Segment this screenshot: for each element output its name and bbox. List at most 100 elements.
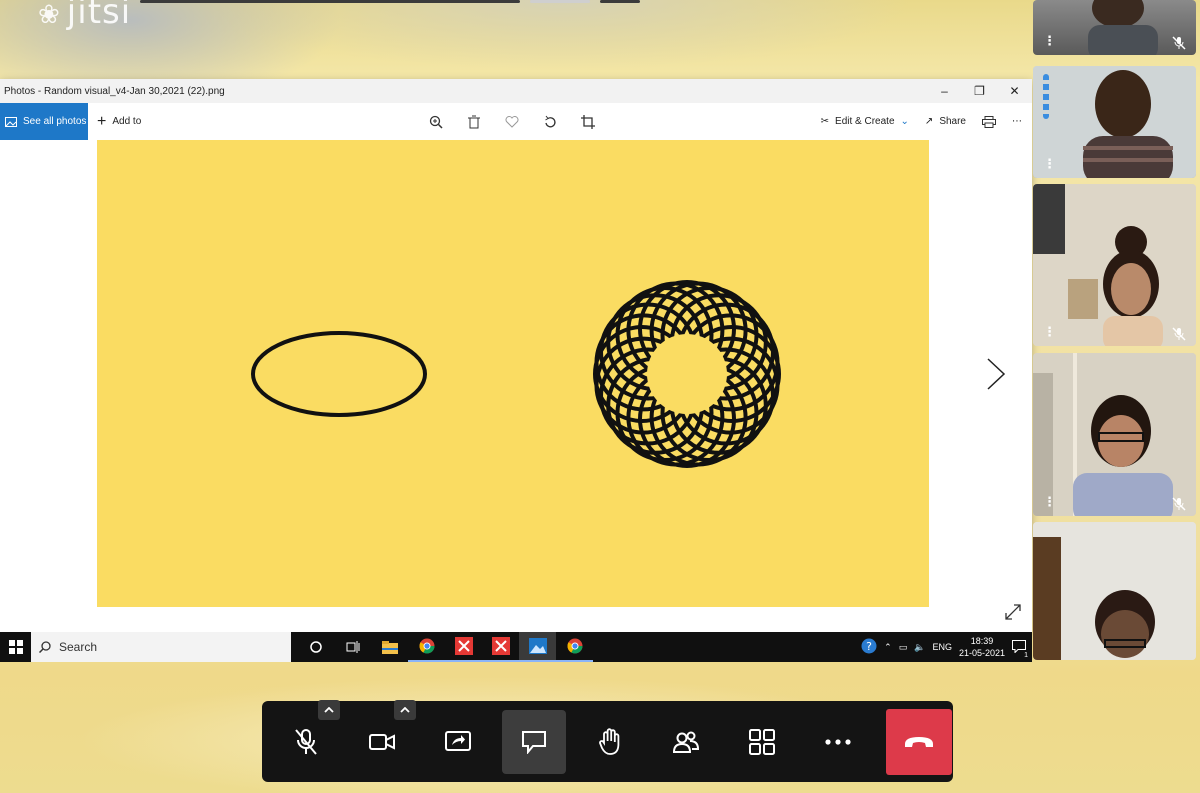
- app-x-icon-1[interactable]: [445, 632, 482, 662]
- restore-button[interactable]: ❐: [962, 79, 997, 103]
- help-icon[interactable]: ?: [861, 638, 877, 656]
- top-progress-bars: [140, 0, 640, 3]
- chrome-icon-2[interactable]: [556, 632, 593, 662]
- delete-icon[interactable]: [464, 112, 484, 132]
- photos-app-icon[interactable]: [519, 632, 556, 662]
- right-tools: ✂ Edit & Create ⌄ ↗ Share ⋯: [821, 103, 1022, 140]
- screen-share-icon: [445, 730, 471, 751]
- fullscreen-expand-icon[interactable]: [1004, 603, 1022, 621]
- participant-video: [1033, 353, 1196, 516]
- window-controls: – ❐ ✕: [927, 79, 1032, 103]
- see-all-photos-label: See all photos: [23, 116, 87, 127]
- photo-tools: [426, 103, 598, 140]
- chat-button[interactable]: [502, 709, 566, 774]
- minimize-button[interactable]: –: [927, 79, 962, 103]
- zoom-icon[interactable]: [426, 112, 446, 132]
- more-options-icon[interactable]: ⋯: [1012, 116, 1022, 127]
- mic-muted-icon: [1172, 327, 1186, 341]
- participant-video: [1033, 522, 1196, 660]
- task-view-icon[interactable]: [334, 632, 371, 662]
- ellipse-shape: [251, 331, 427, 417]
- crop-icon[interactable]: [578, 112, 598, 132]
- edit-create-label: Edit & Create: [835, 116, 895, 127]
- speaking-indicator-icon: [1043, 74, 1049, 119]
- tile-view-icon: [749, 728, 775, 755]
- call-toolbar: [262, 699, 953, 782]
- clock-date: 21-05-2021: [958, 648, 1005, 658]
- participants-icon: [672, 731, 700, 753]
- share-label: Share: [939, 116, 966, 127]
- next-photo-arrow-icon[interactable]: [986, 357, 1006, 391]
- print-icon[interactable]: [982, 115, 996, 128]
- taskbar-search-input[interactable]: Search: [31, 632, 291, 662]
- see-all-photos-button[interactable]: See all photos: [0, 103, 88, 140]
- participant-tile[interactable]: ⋮: [1033, 66, 1196, 178]
- edit-create-button[interactable]: ✂ Edit & Create ⌄: [821, 116, 909, 127]
- clock-time: 18:39: [970, 636, 994, 646]
- spirograph-center: [647, 334, 727, 414]
- mic-muted-icon: [1172, 497, 1186, 511]
- top-bar-segment: [140, 0, 520, 3]
- participants-button[interactable]: [654, 710, 718, 774]
- more-options-icon[interactable]: ⋮: [1043, 494, 1056, 510]
- mic-options-chevron-up-icon[interactable]: [318, 699, 340, 720]
- system-tray: ? ⌃ ▭ 🔈 ENG 18:39 21-05-2021 1: [861, 632, 1030, 662]
- plus-icon: +: [97, 112, 107, 130]
- top-bar-segment: [600, 0, 640, 3]
- mic-muted-icon: [1172, 36, 1186, 50]
- participant-tile[interactable]: ⋮: [1033, 184, 1196, 346]
- top-bar-segment: [530, 0, 590, 3]
- participant-tile[interactable]: ⋮: [1033, 0, 1196, 55]
- file-explorer-icon[interactable]: [371, 632, 408, 662]
- hangup-button[interactable]: [886, 708, 952, 775]
- mic-muted-icon: [295, 728, 317, 755]
- more-actions-button[interactable]: [806, 710, 870, 774]
- jitsi-logo-text: jitsi: [66, 0, 132, 32]
- notification-center-icon[interactable]: 1: [1012, 639, 1030, 659]
- chat-icon: [522, 730, 546, 754]
- windows-taskbar: Search ? ⌃ ▭ 🔈 ENG 18:39 21-05-2021 1: [0, 632, 1032, 662]
- more-options-icon[interactable]: ⋮: [1043, 156, 1056, 172]
- participant-thumbnails: ⋮ ⋮ ⋮ ⋮: [1032, 0, 1200, 793]
- chevron-down-icon: ⌄: [900, 116, 909, 127]
- participant-video: [1033, 184, 1196, 346]
- jitsi-logo: ❀ jitsi: [38, 0, 131, 32]
- raise-hand-button[interactable]: [578, 710, 642, 774]
- windows-start-icon[interactable]: [0, 632, 31, 662]
- more-options-icon[interactable]: ⋮: [1043, 324, 1056, 340]
- camera-button[interactable]: [350, 699, 416, 774]
- photo-image: [251, 280, 781, 468]
- raise-hand-icon: [599, 727, 620, 755]
- camera-icon: [369, 733, 395, 750]
- jitsi-logo-mark-icon: ❀: [38, 0, 61, 30]
- participant-tile[interactable]: ⋮: [1033, 353, 1196, 516]
- participant-tile[interactable]: [1033, 522, 1196, 660]
- photos-toolbar: See all photos + Add to ✂ Edit & Create …: [0, 103, 1032, 140]
- favorite-icon[interactable]: [502, 112, 522, 132]
- volume-icon[interactable]: 🔈: [914, 642, 925, 653]
- svg-text:?: ?: [866, 640, 872, 653]
- spirograph-shape: [593, 280, 781, 468]
- microphone-button[interactable]: [274, 699, 340, 774]
- chevron-up-icon[interactable]: ⌃: [884, 642, 892, 653]
- share-icon: ↗: [924, 116, 934, 127]
- rotate-icon[interactable]: [540, 112, 560, 132]
- clock[interactable]: 18:39 21-05-2021: [959, 635, 1005, 659]
- more-options-icon[interactable]: ⋮: [1043, 33, 1056, 49]
- search-icon: [39, 641, 51, 653]
- photo-canvas: [97, 140, 929, 607]
- battery-icon[interactable]: ▭: [899, 642, 908, 653]
- language-indicator[interactable]: ENG: [932, 642, 952, 652]
- camera-options-chevron-up-icon[interactable]: [394, 699, 416, 720]
- chrome-icon[interactable]: [408, 632, 445, 662]
- add-to-button[interactable]: + Add to: [97, 112, 141, 130]
- hangup-phone-icon: [905, 736, 933, 747]
- tile-view-button[interactable]: [730, 710, 794, 774]
- photos-icon: [5, 116, 17, 127]
- screen-share-button[interactable]: [426, 710, 490, 774]
- app-x-icon-2[interactable]: [482, 632, 519, 662]
- close-button[interactable]: ✕: [997, 79, 1032, 103]
- share-button[interactable]: ↗ Share: [925, 116, 966, 127]
- edit-create-icon: ✂: [820, 116, 830, 127]
- cortana-icon[interactable]: [297, 632, 334, 662]
